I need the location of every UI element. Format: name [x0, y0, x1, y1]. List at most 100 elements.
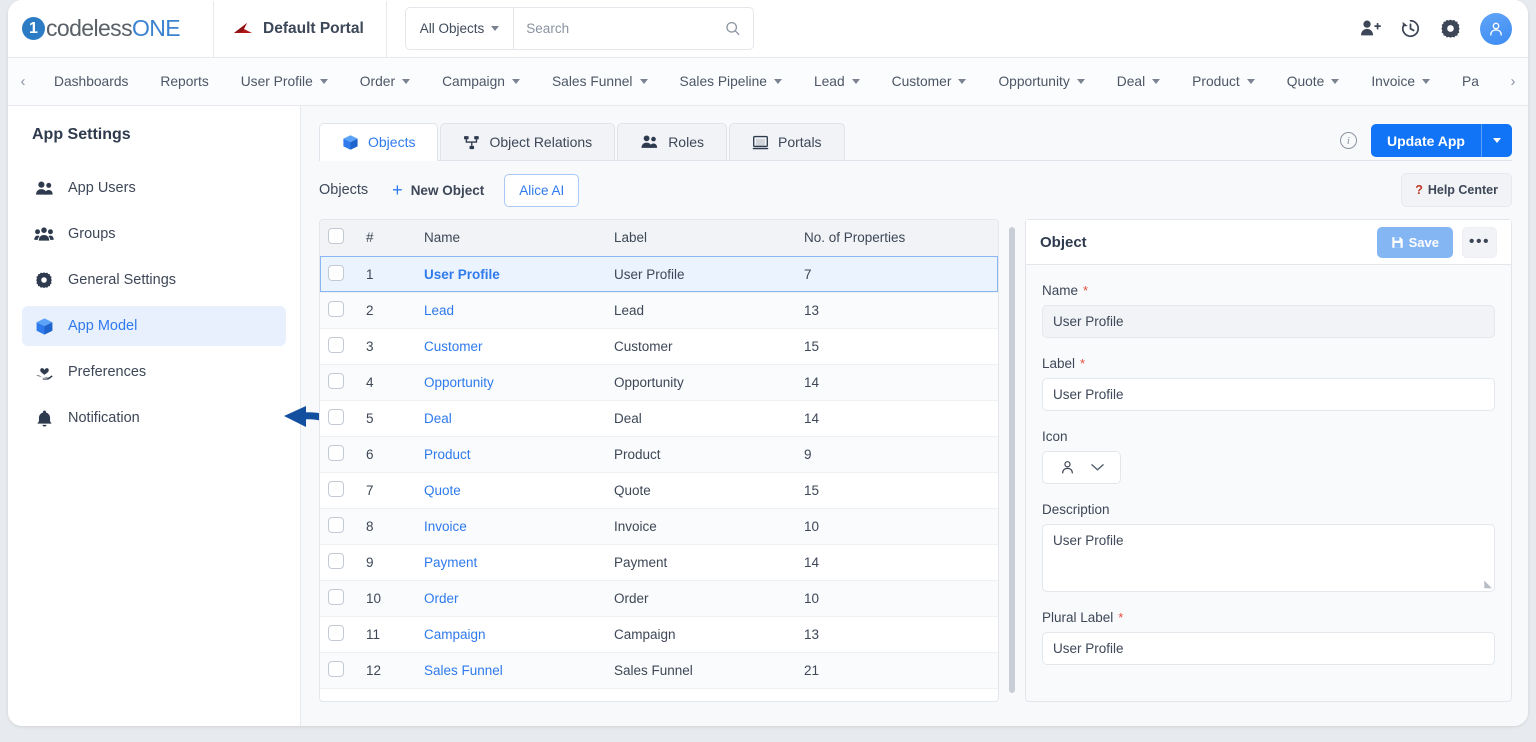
search-input[interactable] [526, 21, 726, 36]
row-object-name-link[interactable]: Quote [416, 472, 606, 509]
row-object-name-link[interactable]: Sales Funnel [416, 652, 606, 689]
table-row[interactable]: 8 Invoice Invoice 10 [320, 508, 998, 545]
gear-icon[interactable] [1440, 18, 1461, 39]
table-row[interactable]: 5 Deal Deal 14 [320, 400, 998, 437]
sidebar-item-general-settings[interactable]: General Settings [22, 260, 286, 300]
table-row[interactable]: 6 Product Product 9 [320, 436, 998, 473]
label-field[interactable]: User Profile [1042, 378, 1495, 411]
nav-item-product[interactable]: Product [1176, 58, 1271, 105]
table-row[interactable]: 10 Order Order 10 [320, 580, 998, 617]
sidebar-item-notification[interactable]: Notification [22, 398, 286, 438]
col-header-name[interactable]: Name [416, 220, 606, 257]
row-checkbox[interactable] [328, 516, 344, 533]
col-header-label[interactable]: Label [606, 220, 796, 257]
row-select-cell[interactable] [320, 472, 358, 509]
select-all-header[interactable] [320, 220, 358, 257]
table-row[interactable]: 1 User Profile User Profile 7 [320, 256, 998, 293]
table-vertical-scrollbar[interactable] [1009, 227, 1015, 693]
tab-roles[interactable]: Roles [617, 123, 727, 160]
row-checkbox[interactable] [328, 372, 344, 389]
nav-item-pa[interactable]: Pa [1446, 58, 1495, 105]
row-checkbox[interactable] [328, 624, 344, 641]
table-row[interactable]: 2 Lead Lead 13 [320, 292, 998, 329]
col-header-properties[interactable]: No. of Properties [796, 220, 998, 257]
row-checkbox[interactable] [328, 480, 344, 497]
table-row[interactable]: 11 Campaign Campaign 13 [320, 616, 998, 653]
nav-item-sales-pipeline[interactable]: Sales Pipeline [664, 58, 798, 105]
tab-object-relations[interactable]: Object Relations [440, 123, 616, 160]
nav-scroll-right-icon[interactable]: › [1498, 58, 1528, 105]
description-field[interactable]: User Profile ◣ [1042, 524, 1495, 592]
row-object-name-link[interactable]: Campaign [416, 616, 606, 653]
sidebar-item-app-model[interactable]: App Model [22, 306, 286, 346]
row-object-name-link[interactable]: Order [416, 580, 606, 617]
nav-item-campaign[interactable]: Campaign [426, 58, 536, 105]
resize-grip-icon[interactable]: ◣ [1484, 579, 1492, 590]
nav-scroll-left-icon[interactable]: ‹ [8, 73, 38, 90]
search-scope-dropdown[interactable]: All Objects [406, 8, 515, 49]
nav-item-quote[interactable]: Quote [1271, 58, 1356, 105]
more-options-button[interactable]: ••• [1462, 226, 1497, 258]
add-user-icon[interactable] [1360, 19, 1381, 38]
app-logo[interactable]: 1 codelessONE [8, 0, 213, 57]
row-select-cell[interactable] [320, 400, 358, 437]
update-app-button[interactable]: Update App [1370, 124, 1512, 157]
row-select-cell[interactable] [320, 436, 358, 473]
row-checkbox[interactable] [328, 444, 344, 461]
nav-item-deal[interactable]: Deal [1101, 58, 1176, 105]
table-row[interactable]: 7 Quote Quote 15 [320, 472, 998, 509]
update-app-dropdown[interactable] [1482, 138, 1512, 143]
nav-item-order[interactable]: Order [344, 58, 426, 105]
row-select-cell[interactable] [320, 256, 358, 293]
table-row[interactable]: 4 Opportunity Opportunity 14 [320, 364, 998, 401]
nav-item-sales-funnel[interactable]: Sales Funnel [536, 58, 664, 105]
sidebar-item-app-users[interactable]: App Users [22, 168, 286, 208]
row-checkbox[interactable] [328, 660, 344, 677]
icon-select[interactable] [1042, 451, 1121, 484]
row-object-name-link[interactable]: Deal [416, 400, 606, 437]
history-icon[interactable] [1400, 18, 1421, 39]
alice-ai-button[interactable]: Alice AI [504, 173, 580, 207]
row-object-name-link[interactable]: Opportunity [416, 364, 606, 401]
row-checkbox[interactable] [328, 336, 344, 353]
name-field[interactable]: User Profile [1042, 305, 1495, 338]
nav-item-invoice[interactable]: Invoice [1355, 58, 1446, 105]
row-object-name-link[interactable]: Payment [416, 544, 606, 581]
row-select-cell[interactable] [320, 580, 358, 617]
row-checkbox[interactable] [328, 264, 344, 281]
info-icon[interactable]: i [1339, 132, 1357, 149]
tab-objects[interactable]: Objects [319, 123, 439, 161]
select-all-checkbox[interactable] [328, 228, 344, 245]
search-icon[interactable] [725, 20, 741, 37]
plural-label-field[interactable]: User Profile [1042, 632, 1495, 665]
row-select-cell[interactable] [320, 616, 358, 653]
row-checkbox[interactable] [328, 552, 344, 569]
help-center-button[interactable]: ? Help Center [1401, 173, 1512, 207]
row-object-name-link[interactable]: Customer [416, 328, 606, 365]
row-select-cell[interactable] [320, 544, 358, 581]
nav-item-opportunity[interactable]: Opportunity [982, 58, 1100, 105]
nav-item-user-profile[interactable]: User Profile [225, 58, 344, 105]
save-button[interactable]: Save [1376, 226, 1453, 258]
tab-portals[interactable]: Portals [728, 123, 845, 160]
table-row[interactable]: 9 Payment Payment 14 [320, 544, 998, 581]
row-select-cell[interactable] [320, 652, 358, 689]
sidebar-item-preferences[interactable]: Preferences [22, 352, 286, 392]
row-object-name-link[interactable]: Lead [416, 292, 606, 329]
sidebar-item-groups[interactable]: Groups [22, 214, 286, 254]
table-row[interactable]: 12 Sales Funnel Sales Funnel 21 [320, 652, 998, 689]
nav-item-reports[interactable]: Reports [144, 58, 224, 105]
nav-item-lead[interactable]: Lead [798, 58, 876, 105]
row-object-name-link[interactable]: User Profile [416, 256, 606, 293]
table-row[interactable]: 3 Customer Customer 15 [320, 328, 998, 365]
row-checkbox[interactable] [328, 408, 344, 425]
row-select-cell[interactable] [320, 328, 358, 365]
row-select-cell[interactable] [320, 292, 358, 329]
nav-item-dashboards[interactable]: Dashboards [38, 58, 144, 105]
avatar[interactable] [1480, 12, 1512, 45]
portal-selector[interactable]: Default Portal [214, 0, 386, 57]
row-checkbox[interactable] [328, 300, 344, 317]
col-header-number[interactable]: # [358, 220, 416, 257]
row-object-name-link[interactable]: Product [416, 436, 606, 473]
row-object-name-link[interactable]: Invoice [416, 508, 606, 545]
